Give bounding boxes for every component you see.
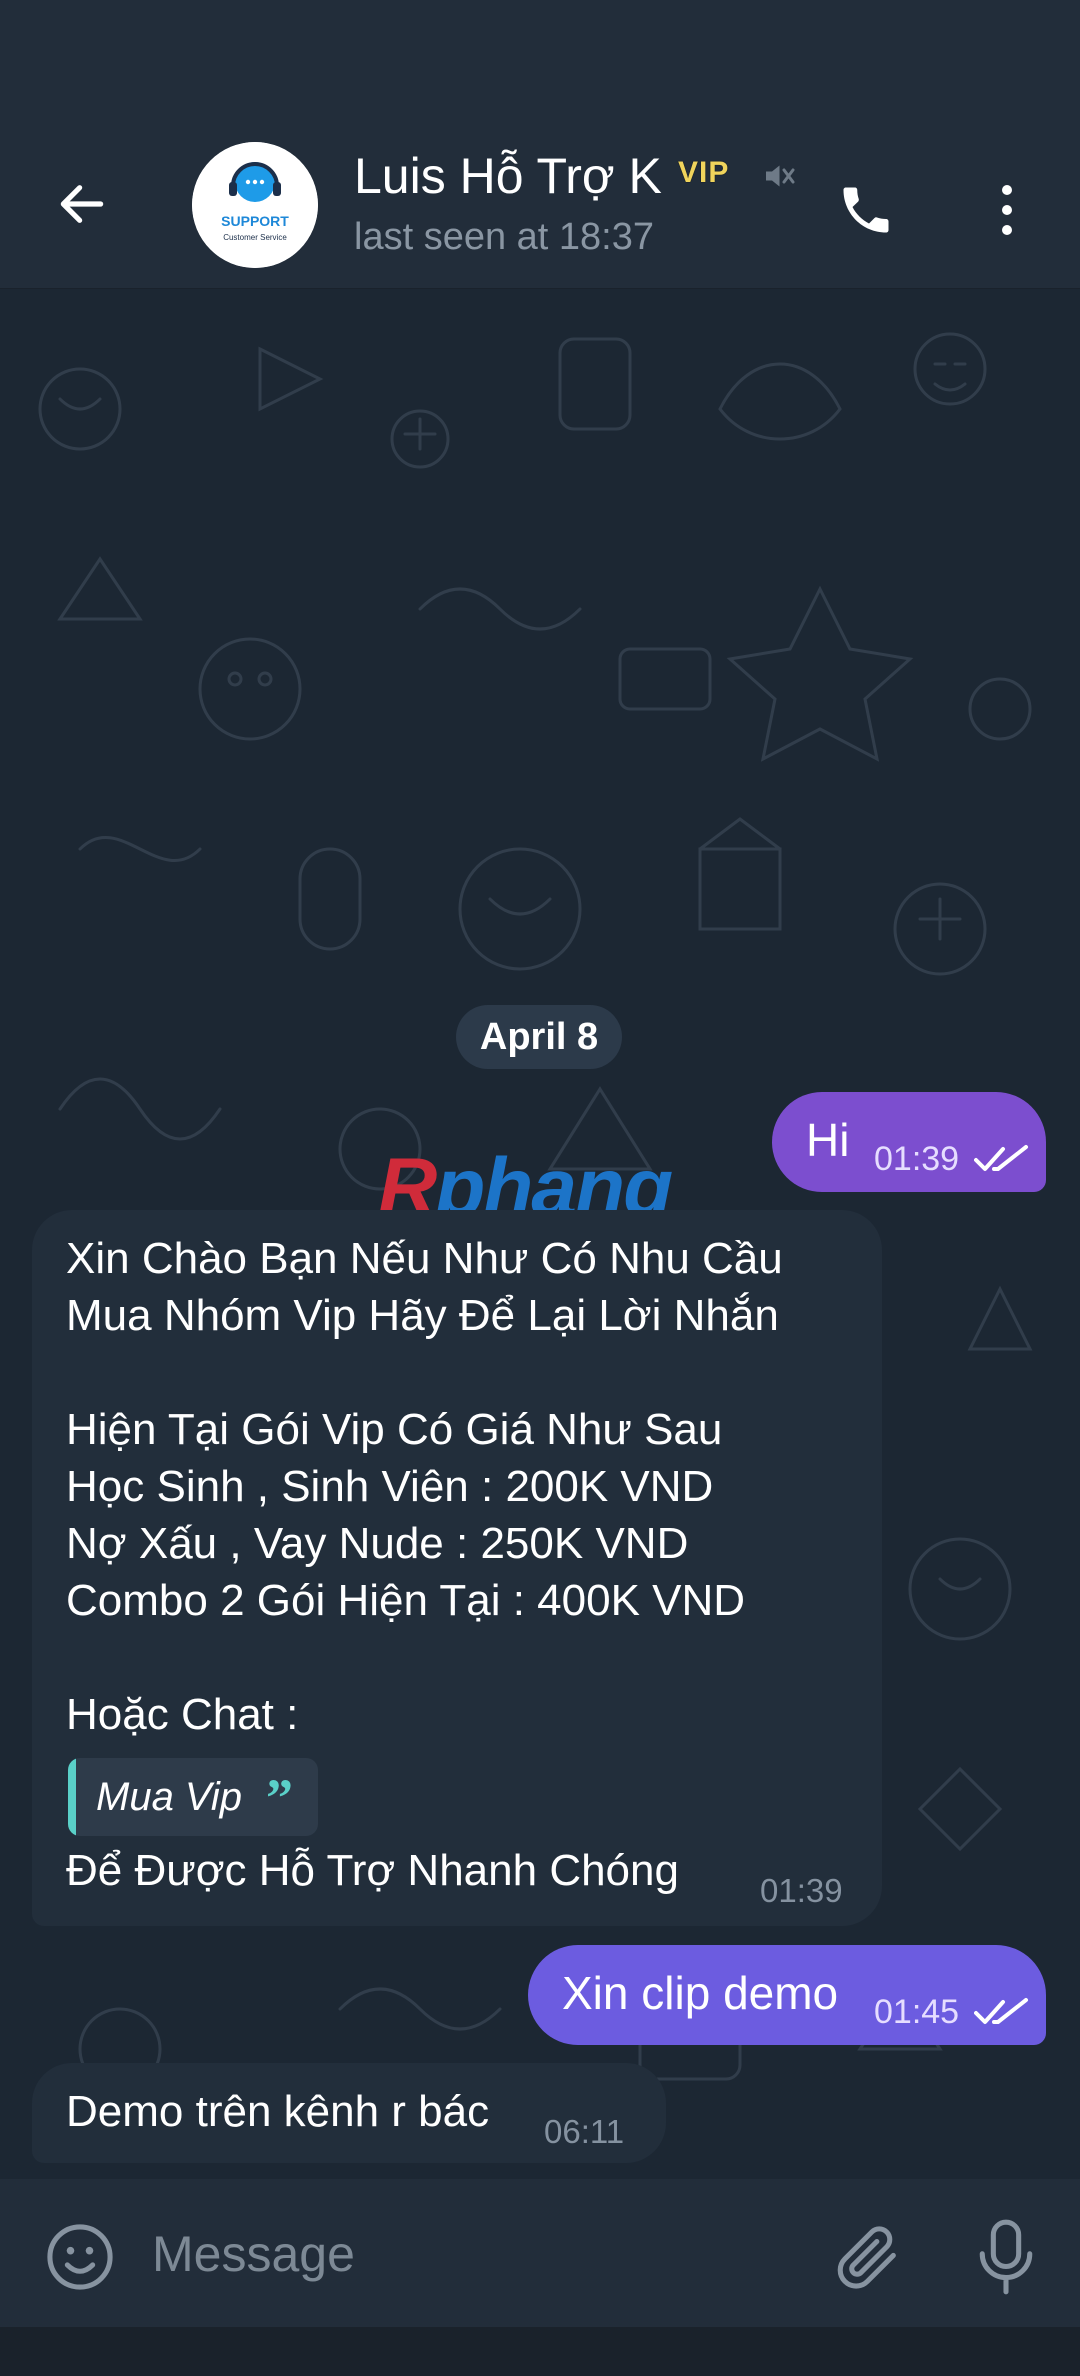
avatar[interactable]: SUPPORT Customer Service [192,142,318,268]
message-line: Học Sinh , Sinh Viên : 200K VND [66,1462,714,1511]
message-time: 01:45 [874,1993,960,2031]
quote-chip[interactable]: Mua Vip ” [68,1758,318,1836]
smiley-icon[interactable] [42,2219,118,2295]
message-time: 01:39 [760,1872,843,1909]
microphone-icon[interactable] [968,2215,1044,2299]
dots-vertical-icon [1002,185,1012,235]
message-input[interactable] [150,2213,794,2295]
more-options-button[interactable] [972,170,1042,250]
quote-text: Mua Vip [96,1775,243,1819]
system-navigation-bar [0,2327,1080,2376]
message-composer [0,2179,1080,2327]
chat-area[interactable]: April 8 Hi 01:39 Rphang Xin Chào Bạn Nếu… [0,289,1080,2179]
message-bubble-incoming[interactable]: Xin Chào Bạn Nếu Như Có Nhu Cầu Mua Nhóm… [32,1210,882,1926]
paperclip-icon[interactable] [830,2219,906,2295]
quote-accent-bar [68,1758,76,1836]
chat-header: SUPPORT Customer Service Luis Hỗ Trợ K V… [0,120,1080,289]
date-separator: April 8 [456,1005,622,1069]
speaker-muted-icon [766,165,795,187]
phone-icon [843,187,889,233]
message-line: Combo 2 Gói Hiện Tại : 400K VND [66,1576,746,1625]
last-seen-status: last seen at 18:37 [354,216,654,258]
message-line: Hiện Tại Gói Vip Có Giá Như Sau [66,1405,723,1454]
message-bubble-incoming[interactable]: Demo trên kênh r bác 06:11 [32,2063,666,2163]
message-time: 06:11 [544,2113,625,2150]
message-text: Demo trên kênh r bác [66,2087,490,2136]
double-check-icon [974,1145,1028,1171]
message-line: Nợ Xấu , Vay Nude : 250K VND [66,1519,689,1568]
message-bubble-outgoing[interactable]: Hi 01:39 [772,1092,1046,1192]
vip-badge: VIP [678,156,730,189]
call-button[interactable] [826,170,906,250]
back-button[interactable] [44,166,120,242]
message-time: 01:39 [874,1140,960,1178]
message-line: Hoặc Chat : [66,1690,299,1739]
message-line: Để Được Hỗ Trợ Nhanh Chóng [66,1846,679,1895]
quote-mark-icon: ” [266,1768,293,1828]
message-line: Mua Nhóm Vip Hãy Để Lại Lời Nhắn [66,1291,779,1340]
avatar-line1: SUPPORT [221,213,289,229]
message-bubble-outgoing[interactable]: Xin clip demo 01:45 [528,1945,1046,2045]
status-bar [0,0,1080,120]
arrow-left-icon [60,185,104,223]
support-logo-icon: SUPPORT Customer Service [192,142,318,268]
double-check-icon [974,1998,1028,2024]
message-text: Hi [806,1114,850,1166]
message-line: Xin Chào Bạn Nếu Như Có Nhu Cầu [66,1234,783,1283]
message-text: Xin clip demo [562,1967,839,2019]
avatar-line2: Customer Service [223,233,287,242]
